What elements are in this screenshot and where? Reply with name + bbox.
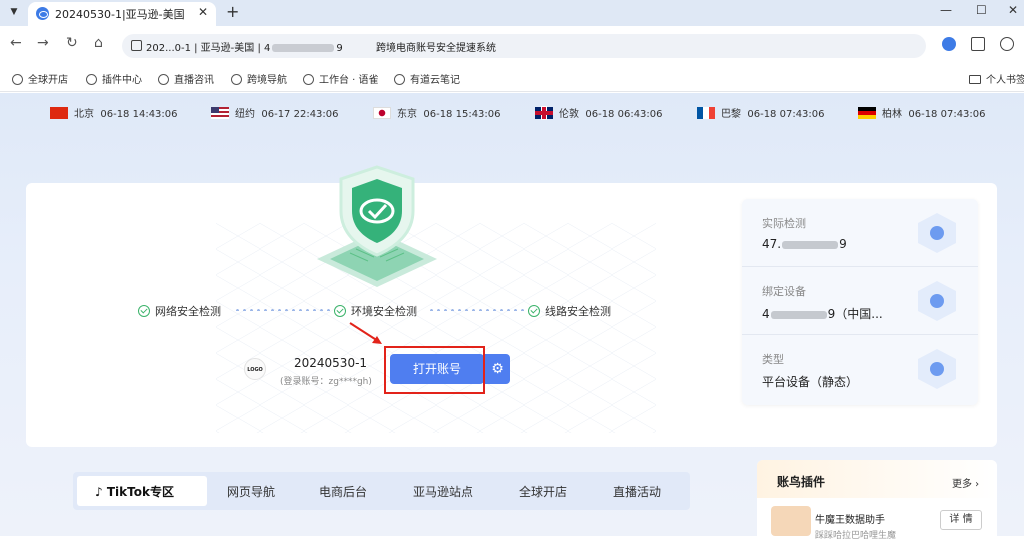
category-tabs: ♪ TikTok专区 网页导航 电商后台 亚马逊站点 全球开店 直播活动 — [73, 472, 690, 510]
page-content: 北京 06-18 14:43:06 纽约 06-17 22:43:06 东京 0… — [0, 93, 1024, 550]
plugin-header: 账鸟插件 更多 › — [757, 460, 997, 498]
check-network-security: 网络安全检测 — [138, 303, 221, 319]
dotted-connector — [234, 309, 332, 311]
globe-icon — [303, 74, 314, 85]
security-check-card: 网络安全检测 环境安全检测 线路安全检测 LOGO 20240530-1 (登录… — [26, 165, 997, 447]
info-label: 实际检测 — [762, 217, 806, 230]
globe-icon — [158, 74, 169, 85]
tab-close-icon[interactable]: ✕ — [198, 5, 208, 19]
redacted-text — [272, 44, 335, 52]
info-actual-detection: 实际检测 47. 9 — [742, 201, 978, 267]
world-clock-beijing: 北京 06-18 14:43:06 — [50, 105, 178, 120]
tab-live-events[interactable]: 直播活动 — [613, 483, 661, 500]
us-flag-icon — [211, 107, 229, 119]
site-favicon-icon — [36, 7, 49, 20]
globe-icon — [12, 74, 23, 85]
info-value: 47. 9 — [762, 237, 847, 251]
info-label: 类型 — [762, 353, 784, 366]
bookmark-item[interactable]: 插件中心 — [86, 71, 142, 86]
bookmark-item[interactable]: 有道云笔记 — [394, 71, 460, 86]
gear-icon[interactable]: ⚙ — [484, 354, 510, 384]
world-clock-newyork: 纽约 06-17 22:43:06 — [211, 105, 339, 120]
tab-tiktok[interactable]: ♪ TikTok专区 — [77, 476, 207, 506]
network-nodes-icon — [918, 349, 956, 389]
plugin-detail-button[interactable]: 详 情 — [940, 510, 982, 530]
world-clock-london: 伦敦 06-18 06:43:06 — [535, 105, 663, 120]
dotted-connector — [428, 309, 526, 311]
redacted-text — [770, 310, 827, 319]
home-icon[interactable]: ⌂ — [94, 35, 103, 51]
world-clock-berlin: 柏林 06-18 07:43:06 — [858, 105, 986, 120]
japan-flag-icon — [373, 107, 391, 119]
bookmark-item[interactable]: 直播咨讯 — [158, 71, 214, 86]
info-type: 类型 平台设备（静态） — [742, 337, 978, 403]
profile-icon[interactable] — [1000, 37, 1014, 51]
bookmark-item[interactable]: 工作台 · 语雀 — [303, 71, 379, 86]
check-circle-icon — [334, 305, 346, 317]
check-environment-security: 环境安全检测 — [334, 303, 417, 319]
globe-icon — [231, 74, 242, 85]
globe-icon — [86, 74, 97, 85]
address-page-title: 跨境电商账号安全提速系统 — [376, 43, 496, 54]
magnifier-icon — [918, 213, 956, 253]
tab-ecommerce-backend[interactable]: 电商后台 — [319, 483, 367, 500]
address-url: 202...0-1 | 亚马逊-美国 | 49 — [146, 43, 343, 54]
red-arrow-annotation — [349, 322, 382, 344]
globe-icon — [394, 74, 405, 85]
france-flag-icon — [697, 107, 715, 119]
extensions-puzzle-icon[interactable] — [971, 37, 985, 51]
plugin-app-icon — [771, 506, 811, 536]
layers-icon — [918, 281, 956, 321]
uk-flag-icon — [535, 107, 553, 119]
minimize-icon[interactable]: — — [940, 3, 952, 17]
china-flag-icon — [50, 107, 68, 119]
reload-icon[interactable]: ↻ — [66, 35, 78, 51]
back-arrow-icon[interactable]: ← — [10, 35, 22, 51]
tab-global-selling[interactable]: 全球开店 — [519, 483, 567, 500]
tab-title: 20240530-1|亚马逊-美国 — [55, 8, 185, 21]
browser-tab-strip: ▼ 20240530-1|亚马逊-美国 ✕ + — ☐ ✕ — [0, 0, 1024, 26]
device-info-panel: 实际检测 47. 9 绑定设备 4 9（中国... 类型 平台设备（静态） — [742, 199, 978, 405]
extension-globe-icon[interactable] — [942, 37, 956, 51]
bookmark-item[interactable]: 全球开店 — [12, 71, 68, 86]
bookmarks-bar: 全球开店 插件中心 直播咨讯 跨境导航 工作台 · 语雀 有道云笔记 个人书签 — [0, 64, 1024, 92]
account-logo: LOGO — [244, 358, 266, 380]
bookmark-folder[interactable]: 个人书签 — [969, 71, 1024, 86]
browser-toolbar: ← → ↻ ⌂ 202...0-1 | 亚马逊-美国 | 49 跨境电商账号安全… — [0, 26, 1024, 64]
bookmark-item[interactable]: 跨境导航 — [231, 71, 287, 86]
security-checks-row: 网络安全检测 环境安全检测 线路安全检测 — [138, 303, 658, 323]
new-tab-button[interactable]: + — [226, 2, 239, 21]
forward-arrow-icon[interactable]: → — [37, 35, 49, 51]
account-name: 20240530-1 — [294, 356, 368, 370]
plugin-item-desc: 踩踩哈拉巴哈哩生魔 — [815, 531, 897, 541]
close-window-icon[interactable]: ✕ — [1008, 3, 1018, 17]
germany-flag-icon — [858, 107, 876, 119]
check-circle-icon — [528, 305, 540, 317]
tab-amazon-sites[interactable]: 亚马逊站点 — [413, 483, 473, 500]
maximize-icon[interactable]: ☐ — [976, 3, 987, 17]
account-login: (登录账号：zg****gh) — [280, 377, 372, 387]
tab-label: ♪ TikTok专区 — [95, 485, 174, 499]
tab-web-navigation[interactable]: 网页导航 — [227, 483, 275, 500]
plugin-card: 账鸟插件 更多 › 牛魔王数据助手 踩踩哈拉巴哈哩生魔 详 情 — [757, 460, 997, 550]
site-info-icon[interactable] — [131, 40, 142, 51]
check-circle-icon — [138, 305, 150, 317]
plugin-item-name: 牛魔王数据助手 — [815, 515, 885, 526]
check-line-security: 线路安全检测 — [528, 303, 611, 319]
security-shield-icon — [317, 165, 437, 287]
redacted-text — [782, 240, 839, 249]
plugin-title: 账鸟插件 — [777, 475, 826, 489]
address-bar[interactable]: 202...0-1 | 亚马逊-美国 | 49 跨境电商账号安全提速系统 — [122, 34, 926, 58]
browser-tab-active[interactable]: 20240530-1|亚马逊-美国 ✕ — [28, 2, 216, 26]
tab-search-dropdown-icon[interactable]: ▼ — [6, 4, 22, 20]
highlight-box-annotation — [384, 346, 485, 394]
info-bound-device: 绑定设备 4 9（中国... — [742, 269, 978, 335]
folder-icon — [969, 75, 981, 84]
world-clock-tokyo: 东京 06-18 15:43:06 — [373, 105, 501, 120]
info-label: 绑定设备 — [762, 285, 806, 298]
info-value: 4 9（中国... — [762, 307, 883, 321]
plugin-more-link[interactable]: 更多 › — [952, 475, 979, 490]
world-clock-paris: 巴黎 06-18 07:43:06 — [697, 105, 825, 120]
info-value: 平台设备（静态） — [762, 375, 859, 389]
